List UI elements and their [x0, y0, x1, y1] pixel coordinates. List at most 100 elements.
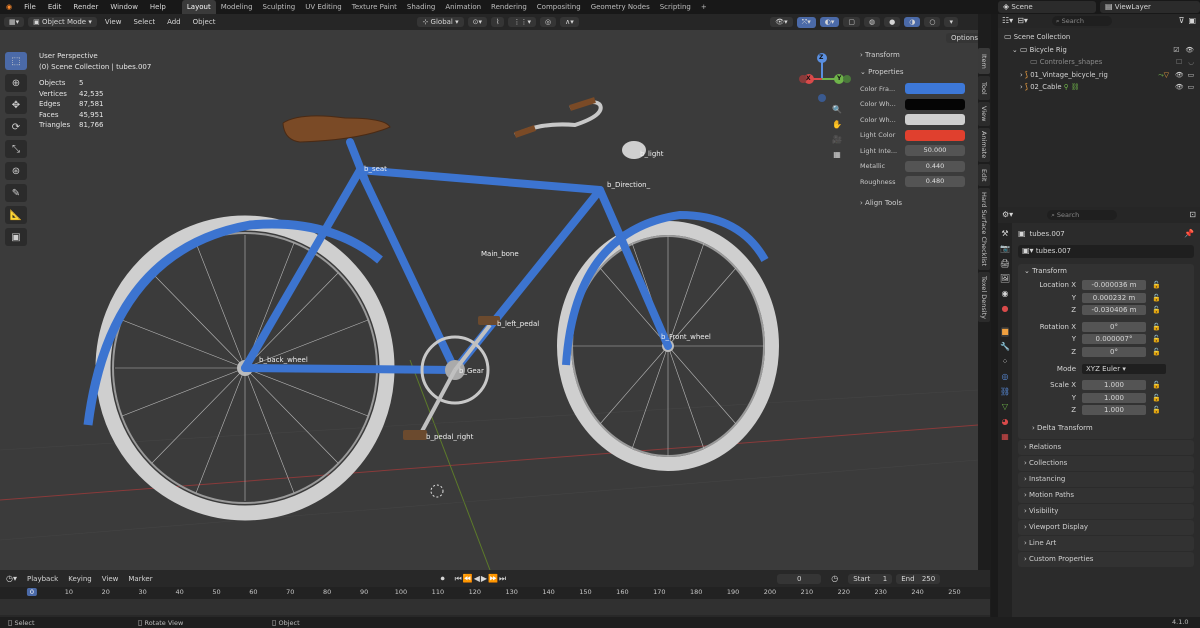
add-workspace-icon[interactable]: + [696, 0, 712, 14]
metallic-field[interactable]: 0.440 [905, 160, 965, 172]
bone-label[interactable]: b_back_wheel [259, 356, 308, 364]
lock-icon[interactable]: 🔓 [1152, 381, 1161, 389]
rotation-mode-dropdown[interactable]: XYZ Euler ▾ [1082, 363, 1166, 374]
playback-controls-icon[interactable]: ⏮⏪◀▶⏩⏭ [455, 574, 508, 584]
tab-sculpting[interactable]: Sculpting [258, 0, 301, 14]
grid-icon[interactable]: ▦ [832, 150, 842, 160]
rotate-tool-icon[interactable]: ⟳ [5, 118, 27, 136]
visibility-icon[interactable]: 👁▾ [770, 17, 793, 27]
record-icon[interactable]: ⏺ [441, 574, 445, 584]
bone-label[interactable]: b_Front_wheel [661, 333, 711, 341]
rotation-y-field[interactable]: 0.000007° [1082, 334, 1146, 345]
orientation-dropdown[interactable]: ⊹ Global ▾ [417, 17, 464, 27]
transform-panel-header[interactable]: › Transform [860, 48, 972, 63]
tab-texture-paint[interactable]: Texture Paint [347, 0, 402, 14]
rotation-x-field[interactable]: 0° [1082, 321, 1146, 332]
eye-icon[interactable]: 👁 [1175, 81, 1184, 94]
eye-icon[interactable]: 👁 [1185, 44, 1194, 57]
viewport-display-panel[interactable]: › Viewport Display [1018, 519, 1194, 535]
tool-tab-icon[interactable]: ⚒ [1001, 229, 1008, 239]
menu-file[interactable]: File [18, 3, 42, 11]
bone-label[interactable]: b_left_pedal [497, 320, 539, 328]
rotation-z-field[interactable]: 0° [1082, 346, 1146, 357]
motion-paths-panel[interactable]: › Motion Paths [1018, 487, 1194, 503]
tab-view[interactable]: View [978, 102, 990, 126]
menu-object[interactable]: Object [189, 18, 220, 26]
constraints-tab-icon[interactable]: ⛓ [1000, 387, 1010, 397]
tab-animation[interactable]: Animation [440, 0, 486, 14]
tab-tool[interactable]: Tool [978, 76, 990, 100]
navigation-gizmo[interactable] [795, 52, 855, 104]
properties-search[interactable]: ⌕ Search [1047, 210, 1118, 220]
lock-icon[interactable]: 🔓 [1152, 294, 1161, 302]
physics-tab-icon[interactable]: ◎ [1002, 372, 1009, 382]
collections-panel[interactable]: › Collections [1018, 455, 1194, 471]
light-intensity-field[interactable]: 50.000 [905, 145, 965, 157]
menu-add[interactable]: Add [163, 18, 185, 26]
move-tool-icon[interactable]: ✥ [5, 96, 27, 114]
filter-icon[interactable]: ⊽ [1179, 16, 1185, 26]
pan-hand-icon[interactable]: ✋ [832, 120, 842, 130]
blender-logo-icon[interactable]: ◉ [0, 3, 18, 11]
lock-icon[interactable]: 🔓 [1152, 394, 1161, 402]
current-frame-field[interactable]: 0 [777, 573, 822, 584]
select-tool-icon[interactable]: ⬚ [5, 52, 27, 70]
relations-panel[interactable]: › Relations [1018, 439, 1194, 455]
pivot-icon[interactable]: ⊙▾ [467, 17, 488, 27]
new-collection-icon[interactable]: ▣ [1188, 16, 1196, 26]
timeline-editor-icon[interactable]: ◷▾ [6, 574, 17, 584]
outliner-item[interactable]: › ⟆ 02_Cable ⚲ ⛓ 👁 ▭ [1004, 81, 1194, 94]
tab-shading[interactable]: Shading [402, 0, 440, 14]
bone-label[interactable]: b_seat [364, 165, 387, 173]
align-tools-header[interactable]: › Align Tools [860, 194, 972, 212]
menu-render[interactable]: Render [67, 3, 104, 11]
tab-edit[interactable]: Edit [978, 164, 990, 186]
tab-hard-surface[interactable]: Hard Surface Checklist [978, 188, 990, 270]
color-swatch[interactable] [905, 83, 965, 95]
view-layer-tab-icon[interactable]: 🖼 [1000, 274, 1010, 284]
outliner-editor-icon[interactable]: ☷▾ [1002, 16, 1013, 26]
camera-restrict-icon[interactable]: ▭ [1188, 69, 1194, 82]
tab-geometry-nodes[interactable]: Geometry Nodes [586, 0, 655, 14]
texture-tab-icon[interactable]: ▦ [1001, 432, 1009, 442]
transform-panel-header[interactable]: ⌄ Transform [1018, 264, 1194, 279]
modifier-tab-icon[interactable]: 🔧 [1000, 342, 1010, 352]
tab-layout[interactable]: Layout [181, 0, 216, 14]
display-mode-icon[interactable]: ⊟▾ [1017, 16, 1028, 26]
output-tab-icon[interactable]: 🖨 [1000, 259, 1010, 269]
checkbox-icon[interactable]: ☐ [1176, 56, 1182, 69]
end-frame-field[interactable]: End 250 [896, 573, 941, 584]
tab-uv-editing[interactable]: UV Editing [300, 0, 347, 14]
timeline-ruler[interactable]: 0 10 20 30 40 50 60 70 80 90 100 110 120 130 140 150 160… [0, 587, 990, 599]
pin-icon[interactable]: 📌 [1184, 229, 1194, 239]
bone-label[interactable]: b_light [640, 150, 663, 158]
world-tab-icon[interactable]: ● [1002, 304, 1009, 314]
camera-restrict-icon[interactable]: ▭ [1188, 81, 1194, 94]
add-cube-tool-icon[interactable]: ▣ [5, 228, 27, 246]
custom-properties-panel[interactable]: › Custom Properties [1018, 551, 1194, 567]
viewlayer-selector[interactable]: ▤ ViewLayer [1100, 1, 1200, 13]
view-menu[interactable]: View [102, 575, 119, 583]
menu-edit[interactable]: Edit [42, 3, 68, 11]
data-tab-icon[interactable]: ▽ [1002, 402, 1008, 412]
menu-view[interactable]: View [101, 18, 126, 26]
menu-select[interactable]: Select [129, 18, 159, 26]
falloff-icon[interactable]: ∧▾ [560, 17, 579, 27]
shading-wireframe-icon[interactable]: ◍ [864, 17, 881, 27]
outliner-item[interactable]: ▭ Controlers_shapes ☐ ◡ [1004, 56, 1194, 69]
camera-icon[interactable]: 🎥 [832, 135, 842, 145]
eye-closed-icon[interactable]: ◡ [1188, 56, 1194, 69]
shading-material-icon[interactable]: ◑ [904, 17, 921, 27]
playback-menu[interactable]: Playback [27, 575, 58, 583]
transform-tool-icon[interactable]: ⊛ [5, 162, 27, 180]
visibility-panel[interactable]: › Visibility [1018, 503, 1194, 519]
object-name-field[interactable]: ▣▾ tubes.007 [1018, 245, 1194, 258]
checkbox-icon[interactable]: ☑ [1173, 44, 1179, 57]
timeline-track[interactable] [0, 599, 990, 615]
outliner-item[interactable]: ▭ Scene Collection [1004, 31, 1194, 44]
roughness-field[interactable]: 0.480 [905, 176, 965, 188]
scale-x-field[interactable]: 1.000 [1082, 380, 1146, 391]
measure-tool-icon[interactable]: 📐 [5, 206, 27, 224]
keying-menu[interactable]: Keying [68, 575, 92, 583]
scene-tab-icon[interactable]: ◉ [1002, 289, 1009, 299]
